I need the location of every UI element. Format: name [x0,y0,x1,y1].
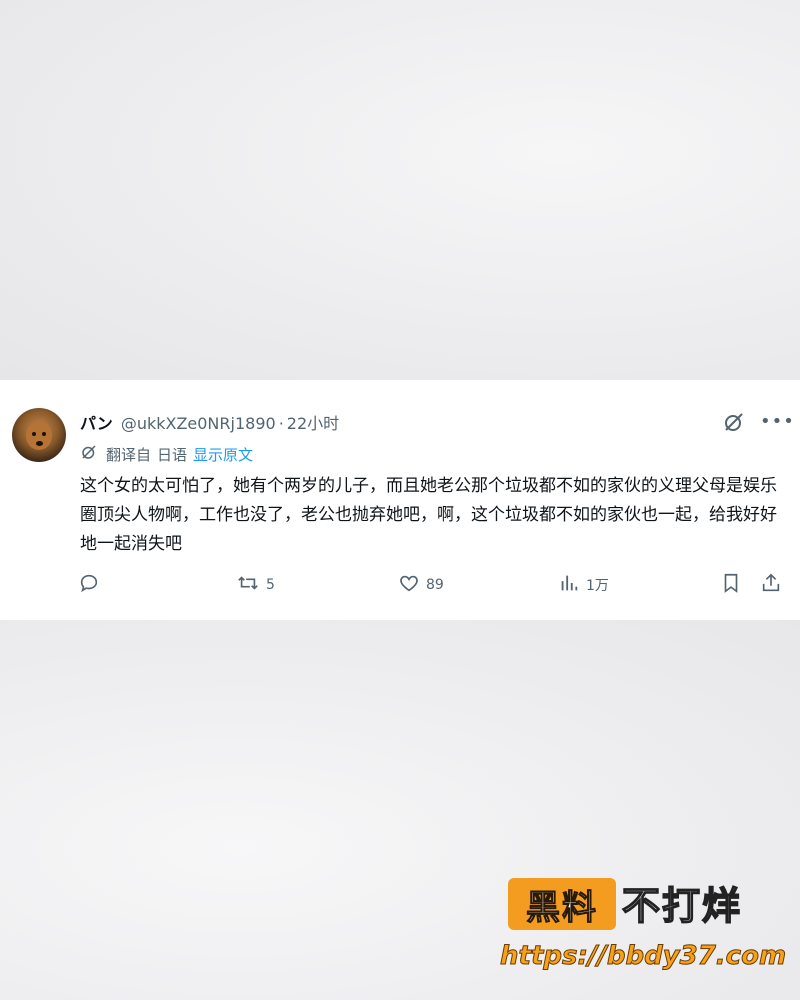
like-count: 89 [426,577,444,593]
tweet-time[interactable]: 22小时 [287,410,339,434]
blurred-background-top [0,0,800,380]
action-bar: 5 89 1万 [78,570,790,600]
grok-icon[interactable] [722,410,746,434]
watermark-url: https://bbdy37.com [500,941,787,972]
watermark-brand: 不打烊 [621,883,743,929]
tweet-text: 这个女的太可怕了，她有个两岁的儿子，而且她老公那个垃圾都不如的家伙的义理父母是娱… [80,476,777,554]
reply-icon [78,572,106,598]
watermark-logo: 黑料 [526,887,598,928]
translate-icon [80,443,106,465]
view-count: 1万 [586,578,609,594]
retweet-button[interactable]: 5 [236,570,275,600]
reply-button[interactable] [78,570,106,600]
views-button[interactable]: 1万 [558,570,609,600]
author-name[interactable]: パン [80,410,113,434]
retweet-count: 5 [266,577,275,593]
translated-from-label: 翻译自 [106,445,152,464]
more-icon[interactable]: ••• [760,410,794,434]
tweet-header: パン @ukkXZe0NRj1890 · 22小时 [80,410,339,434]
like-button[interactable]: 89 [398,570,444,600]
retweet-icon [236,572,266,598]
source-language: 日语 [157,445,188,464]
author-handle[interactable]: @ukkXZe0NRj1890 [121,414,276,433]
share-button[interactable] [760,570,788,600]
avatar[interactable] [12,408,66,462]
share-icon [760,572,788,598]
like-icon [398,572,426,598]
translation-notice: 翻译自 日语 显示原文 [80,443,253,465]
tweet-card[interactable]: パン @ukkXZe0NRj1890 · 22小时 ••• 翻译自 日语 显示原… [0,380,800,620]
watermark-logo-box: 黑料 [508,878,616,930]
bookmark-button[interactable] [720,570,748,600]
bookmark-icon [720,572,748,598]
show-original-link[interactable]: 显示原文 [193,444,253,465]
views-icon [558,572,586,598]
separator: · [278,414,284,433]
